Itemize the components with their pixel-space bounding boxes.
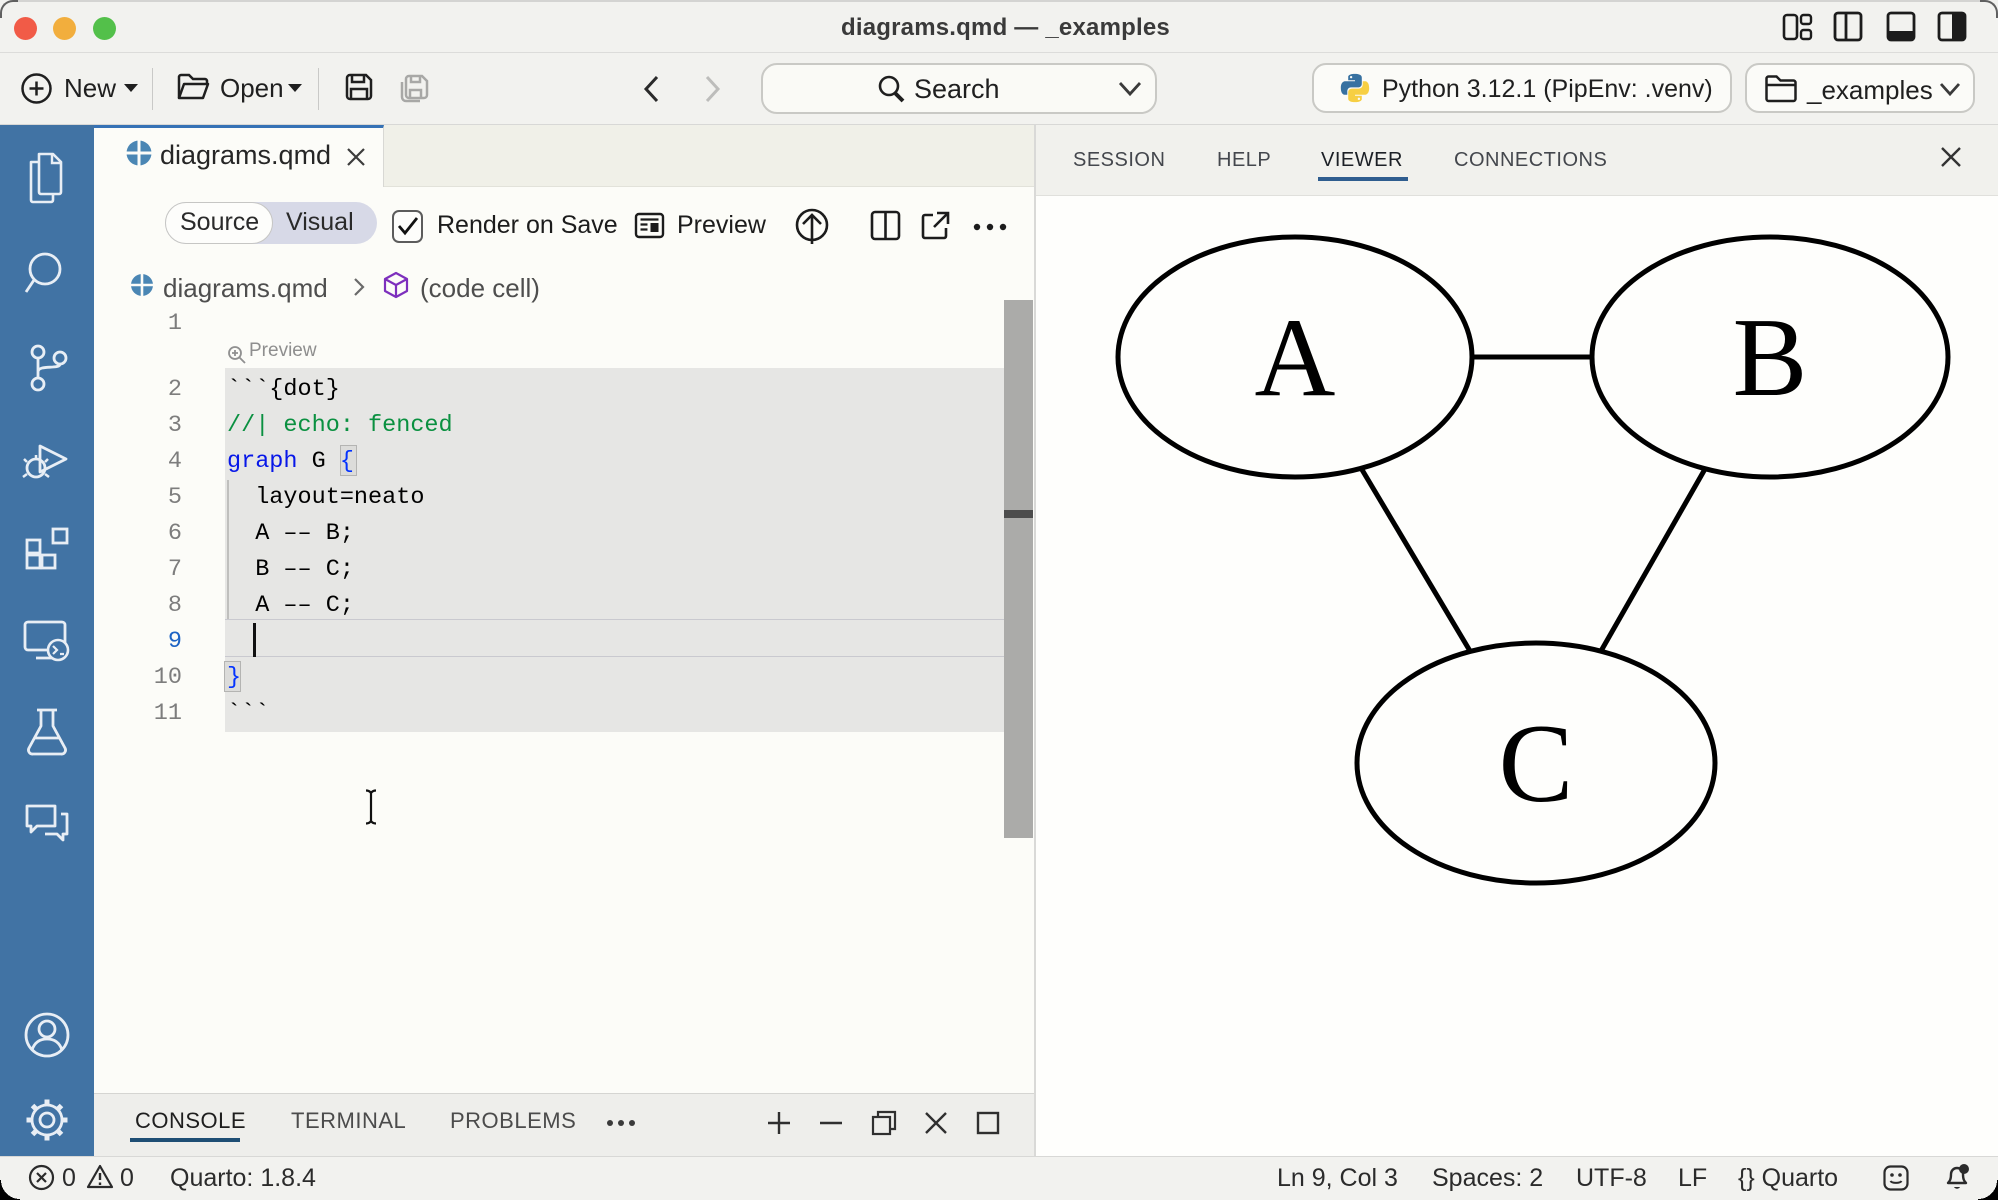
svg-text:C: C — [1499, 702, 1574, 826]
svg-text:A: A — [1255, 296, 1336, 420]
svg-text:B: B — [1733, 296, 1808, 420]
